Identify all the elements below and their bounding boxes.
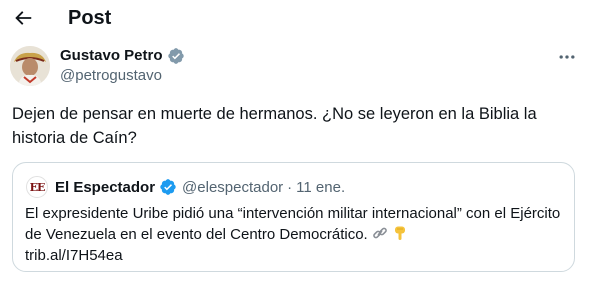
- back-arrow-icon: [15, 11, 32, 25]
- quoted-tweet-card[interactable]: EE El Espectador @elespectador · 11 ene.…: [12, 162, 575, 272]
- link-icon: [373, 227, 387, 239]
- quote-avatar[interactable]: EE: [26, 176, 48, 198]
- back-button[interactable]: [10, 5, 36, 31]
- top-bar: Post: [0, 0, 590, 36]
- quote-author-name[interactable]: El Espectador: [55, 179, 155, 196]
- avatar-image: [10, 46, 50, 86]
- quote-text: El expresidente Uribe pidió una “interve…: [25, 205, 561, 243]
- author-name-row: Gustavo Petro: [60, 46, 185, 66]
- verified-badge-icon: [167, 47, 185, 65]
- quote-verified-badge-icon: [159, 178, 177, 196]
- page-title: Post: [68, 7, 112, 29]
- pointing-down-icon: [395, 226, 406, 240]
- more-options-button[interactable]: [556, 46, 578, 68]
- author-avatar[interactable]: [10, 46, 50, 86]
- quote-avatar-logo: EE: [29, 180, 46, 194]
- author-handle[interactable]: @petrogustavo: [60, 66, 162, 86]
- quote-link[interactable]: trib.al/I7H54ea: [25, 247, 123, 264]
- author-name[interactable]: Gustavo Petro: [60, 46, 163, 66]
- quote-date[interactable]: 11 ene.: [296, 179, 345, 196]
- quote-author-handle[interactable]: @elespectador: [182, 179, 283, 196]
- tweet-text: Dejen de pensar en muerte de hermanos. ¿…: [12, 105, 537, 147]
- quote-header: El Espectador @elespectador · 11 ene.: [55, 176, 345, 198]
- post-page: Post Gustavo Petro @petrogustavo Dejen d…: [0, 0, 590, 287]
- more-icon: [559, 55, 575, 59]
- quote-separator: ·: [287, 178, 293, 196]
- quote-text-block: El expresidente Uribe pidió una “interve…: [25, 203, 565, 266]
